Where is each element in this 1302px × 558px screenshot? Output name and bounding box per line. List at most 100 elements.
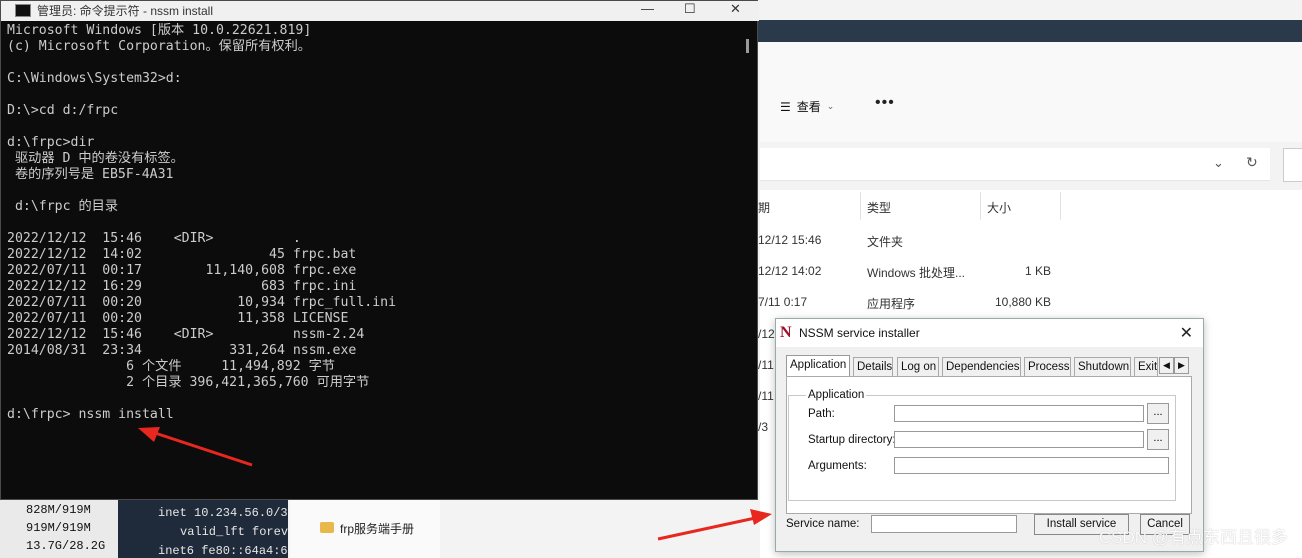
cmd-line: 2022/12/12 14:02 45 frpc.bat	[7, 247, 357, 262]
file-date: 12/12 15:46	[758, 233, 822, 247]
path-input[interactable]	[894, 405, 1144, 422]
column-divider	[860, 192, 861, 220]
file-size: 10,880 KB	[995, 295, 1052, 309]
arguments-label: Arguments:	[808, 460, 867, 472]
cmd-output[interactable]: Microsoft Windows [版本 10.0.22621.819] (c)…	[7, 23, 745, 499]
cmd-line: d:\frpc>dir	[7, 135, 95, 150]
watermark: CSDN @有点东西且很多	[1098, 528, 1288, 547]
address-bar[interactable]	[760, 148, 1270, 181]
terminal-line: inet6 fe80::64a4:6	[158, 544, 288, 558]
minimize-icon[interactable]: —	[641, 1, 654, 16]
cmd-icon	[15, 4, 31, 17]
swap-usage: 919M/919M	[26, 521, 91, 535]
folder-list: frp服务端手册	[290, 500, 440, 558]
file-date: 7/11 0:17	[758, 295, 808, 309]
cmd-line: Microsoft Windows [版本 10.0.22621.819]	[7, 23, 312, 38]
chevron-down-icon: ⌄	[826, 101, 835, 111]
file-date-partial: /3	[758, 420, 769, 434]
startup-browse-button[interactable]: ...	[1147, 429, 1169, 450]
cmd-line: 2022/07/11 00:17 11,140,608 frpc.exe	[7, 263, 357, 278]
cmd-line: 2022/12/12 15:46 <DIR> .	[7, 231, 301, 246]
file-date: 12/12 14:02	[758, 264, 822, 278]
group-title: Application	[806, 389, 867, 401]
close-icon[interactable]: ✕	[1180, 323, 1193, 343]
annotation-arrow	[657, 509, 772, 541]
tab-shutdown[interactable]: Shutdown	[1074, 357, 1131, 376]
file-date-partial: /11	[758, 389, 774, 403]
file-date-partial: /11	[758, 358, 774, 372]
annotation-arrow	[138, 427, 253, 467]
folder-item[interactable]: frp服务端手册	[340, 520, 414, 537]
tab-scroll-right-icon[interactable]: ▶	[1174, 357, 1189, 374]
startup-directory-label: Startup directory:	[808, 434, 896, 446]
cmd-line: 驱动器 D 中的卷没有标签。	[7, 151, 184, 166]
tab-application[interactable]: Application	[786, 355, 850, 376]
column-divider	[980, 192, 981, 220]
list-view-icon: ☰	[780, 99, 791, 114]
cmd-line: (c) Microsoft Corporation。保留所有权利。	[7, 39, 311, 54]
path-label: Path:	[808, 408, 835, 420]
secondary-terminal: inet 10.234.56.0/3 valid_lft forev inet6…	[118, 500, 288, 558]
cmd-title: 管理员: 命令提示符 - nssm install	[37, 4, 214, 18]
tab-dependencies[interactable]: Dependencies	[942, 357, 1021, 376]
cmd-line: d:\frpc> nssm install	[7, 407, 174, 422]
cmd-line: 卷的序列号是 EB5F-4A31	[7, 167, 174, 182]
column-divider	[1060, 192, 1061, 220]
tab-process[interactable]: Process	[1024, 357, 1071, 376]
disk-usage: 13.7G/28.2G	[26, 539, 106, 553]
tab-scroll-left-icon[interactable]: ◀	[1159, 357, 1174, 374]
cmd-line	[7, 119, 745, 135]
cmd-line: 2 个目录 396,421,365,760 可用字节	[7, 375, 370, 390]
service-name-label: Service name:	[786, 518, 860, 530]
tab-log-on[interactable]: Log on	[897, 357, 939, 376]
cmd-line: 6 个文件 11,494,892 字节	[7, 359, 335, 374]
tab-exit[interactable]: Exit	[1134, 357, 1158, 376]
refresh-icon[interactable]: ↻	[1246, 154, 1258, 171]
memory-usage: 828M/919M	[26, 503, 91, 517]
cmd-line	[7, 87, 745, 103]
cmd-line: 2022/12/12 15:46 <DIR> nssm-2.24	[7, 327, 365, 342]
cmd-line	[7, 55, 745, 71]
terminal-line: valid_lft forev	[180, 525, 288, 539]
explorer-toolbar	[760, 42, 1302, 142]
column-header-date[interactable]: 期	[758, 199, 770, 216]
file-type: 文件夹	[867, 235, 904, 249]
startup-directory-input[interactable]	[894, 431, 1144, 448]
cmd-line: 2014/08/31 23:34 331,264 nssm.exe	[7, 343, 357, 358]
path-browse-button[interactable]: ...	[1147, 403, 1169, 424]
service-name-input[interactable]	[871, 515, 1017, 533]
dialog-title: NSSM service installer	[799, 326, 920, 340]
cmd-line: D:\>cd d:/frpc	[7, 103, 119, 118]
file-size: 1 KB	[1025, 264, 1052, 278]
nssm-dialog[interactable]: N NSSM service installer ✕ Application D…	[775, 318, 1204, 552]
chevron-down-icon[interactable]: ⌄	[1213, 155, 1224, 171]
maximize-icon[interactable]: ☐	[684, 1, 696, 17]
column-header-size[interactable]: 大小	[987, 199, 1011, 216]
dialog-titlebar[interactable]: N NSSM service installer ✕	[776, 319, 1203, 347]
terminal-line: inet 10.234.56.0/3	[158, 506, 288, 520]
close-icon[interactable]: ✕	[730, 1, 741, 17]
file-type: 应用程序	[867, 297, 916, 311]
cmd-line	[7, 391, 745, 407]
cmd-titlebar[interactable]: 管理员: 命令提示符 - nssm install — ☐ ✕	[1, 1, 759, 21]
cmd-line: C:\Windows\System32>d:	[7, 71, 182, 86]
arguments-input[interactable]	[894, 457, 1169, 474]
cmd-line: 2022/07/11 00:20 10,934 frpc_full.ini	[7, 295, 397, 310]
cmd-line	[7, 215, 745, 231]
file-date-partial: /12	[758, 327, 775, 341]
view-menu-button[interactable]: ☰ 查看 ⌄	[780, 98, 834, 115]
file-type: Windows 批处理...	[867, 266, 966, 280]
folder-icon	[320, 522, 334, 533]
cmd-line: 2022/07/11 00:20 11,358 LICENSE	[7, 311, 349, 326]
more-options-icon[interactable]: •••	[875, 94, 895, 112]
window-edge	[720, 20, 1302, 42]
scrollbar-thumb[interactable]	[746, 39, 749, 53]
command-prompt-window[interactable]: 管理员: 命令提示符 - nssm install — ☐ ✕ Microsof…	[0, 0, 759, 500]
cmd-line: d:\frpc 的目录	[7, 199, 119, 214]
nssm-logo-icon: N	[780, 324, 792, 341]
cmd-line: 2022/12/12 16:29 683 frpc.ini	[7, 279, 357, 294]
column-header-type[interactable]: 类型	[867, 199, 891, 216]
tab-details[interactable]: Details	[853, 357, 893, 376]
cmd-line	[7, 183, 745, 199]
search-input[interactable]	[1283, 148, 1302, 182]
